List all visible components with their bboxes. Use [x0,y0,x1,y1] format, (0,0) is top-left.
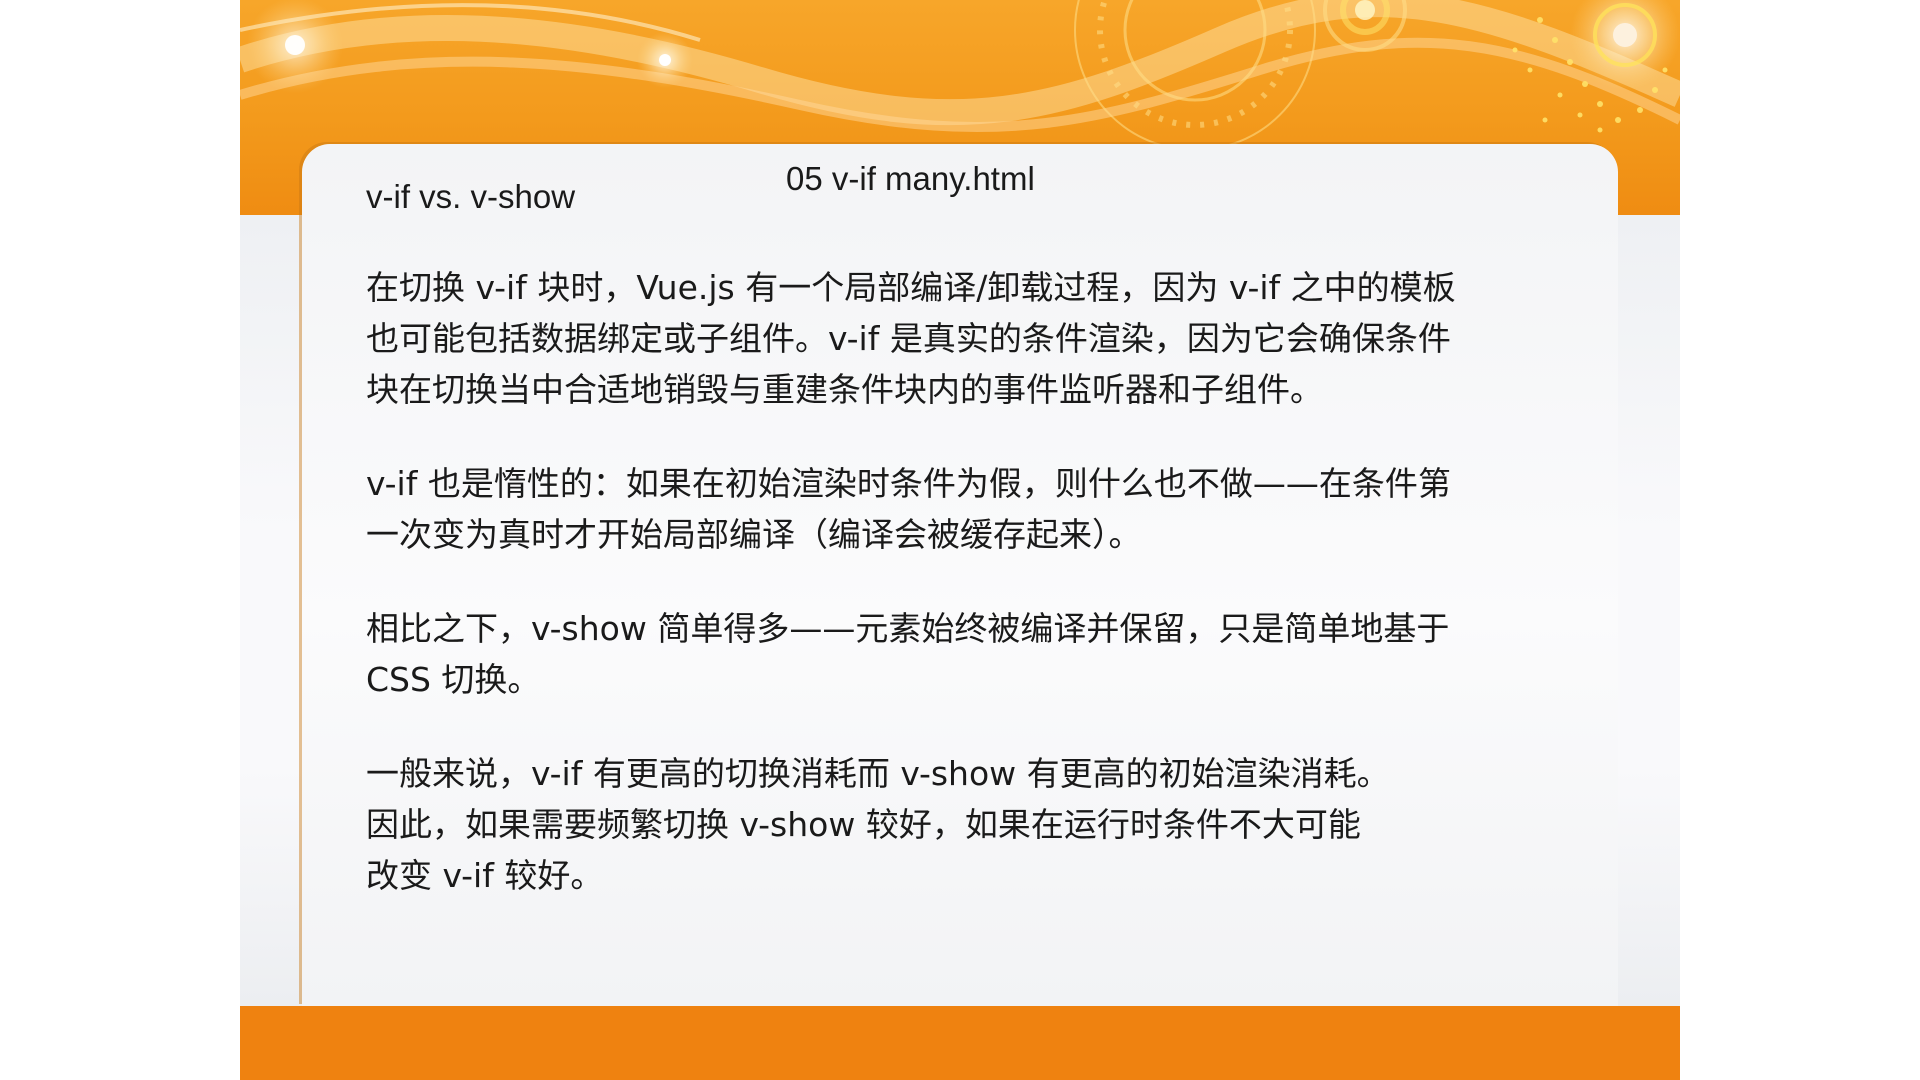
text-line: v-if 也是惰性的：如果在初始渲染时条件为假，则什么也不做——在条件第 [366,464,1451,503]
slide: 05 v-if many.html v-if vs. v-show 在切换 v-… [240,0,1680,1080]
text-line: 改变 v-if 较好。 [366,856,604,895]
paragraph-1: 在切换 v-if 块时，Vue.js 有一个局部编译/卸载过程，因为 v-if … [366,262,1566,415]
paragraph-3: 相比之下，v-show 简单得多——元素始终被编译并保留，只是简单地基于 CSS… [366,603,1566,705]
text-line: 也可能包括数据绑定或子组件。v-if 是真实的条件渲染，因为它会确保条件 [366,319,1451,358]
text-line: 块在切换当中合适地销毁与重建条件块内的事件监听器和子组件。 [366,370,1323,409]
file-name-label: 05 v-if many.html [786,160,1035,197]
text-line: 相比之下，v-show 简单得多——元素始终被编译并保留，只是简单地基于 [366,609,1450,648]
presentation-stage: 05 v-if many.html v-if vs. v-show 在切换 v-… [0,0,1920,1080]
paragraph-4: 一般来说，v-if 有更高的切换消耗而 v-show 有更高的初始渲染消耗。 因… [366,748,1566,901]
text-line: 在切换 v-if 块时，Vue.js 有一个局部编译/卸载过程，因为 v-if … [366,268,1456,307]
text-line: 一般来说，v-if 有更高的切换消耗而 v-show 有更高的初始渲染消耗。 [366,754,1390,793]
slide-footer-band [240,1006,1680,1080]
text-line: CSS 切换。 [366,660,541,699]
slide-title: v-if vs. v-show [366,178,576,215]
text-line: 因此，如果需要频繁切换 v-show 较好，如果在运行时条件不大可能 [366,805,1361,844]
paragraph-2: v-if 也是惰性的：如果在初始渲染时条件为假，则什么也不做——在条件第 一次变… [366,458,1566,560]
slide-body: 在切换 v-if 块时，Vue.js 有一个局部编译/卸载过程，因为 v-if … [366,262,1566,944]
text-line: 一次变为真时才开始局部编译（编译会被缓存起来）。 [366,515,1142,554]
